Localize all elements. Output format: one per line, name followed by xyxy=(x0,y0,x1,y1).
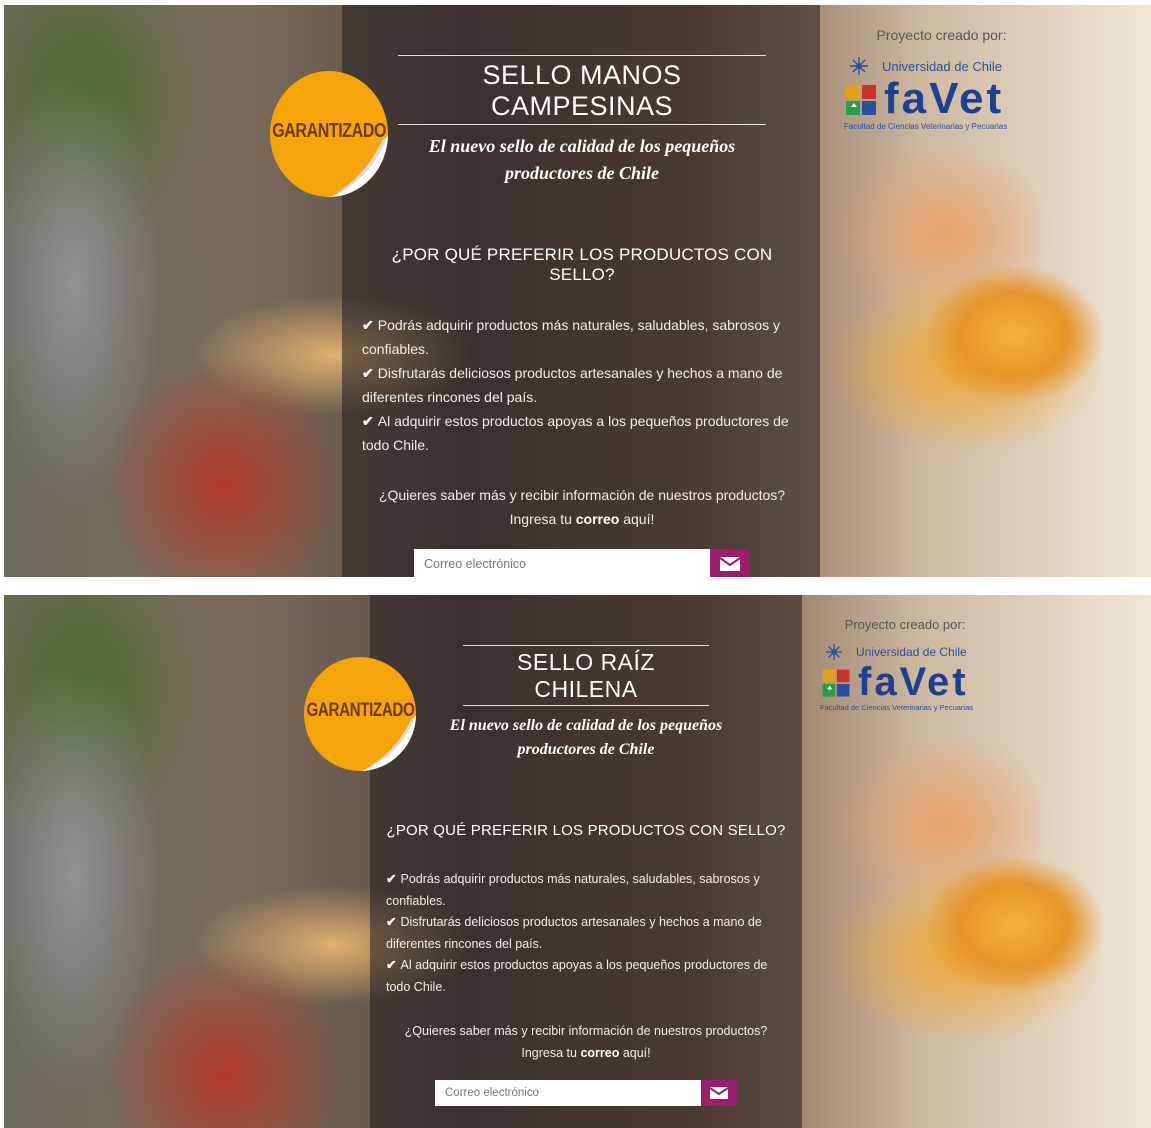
benefit-text: Disfrutarás deliciosos productos artesan… xyxy=(362,365,783,405)
cta-post: aquí! xyxy=(623,511,655,527)
check-icon: ✔ xyxy=(386,915,397,929)
envelope-icon xyxy=(719,557,741,571)
university-name: Universidad de Chile xyxy=(882,58,1002,74)
favet-logo: faVet xyxy=(844,77,1029,121)
faculty-crest-icon xyxy=(822,669,850,697)
cta-post: aquí! xyxy=(622,1046,651,1060)
newsletter-form xyxy=(435,1080,737,1106)
cta-pre: Ingresa tu xyxy=(509,511,572,527)
check-icon: ✔ xyxy=(362,365,374,381)
why-heading: ¿POR QUÉ PREFERIR LOS PRODUCTOS CON SELL… xyxy=(386,822,786,839)
created-by-label: Proyecto creado por: xyxy=(876,27,1007,43)
newsletter-cta: ¿Quieres saber más y recibir información… xyxy=(362,483,802,531)
send-button[interactable] xyxy=(701,1080,737,1106)
page-title: SELLO RAÍZ CHILENA xyxy=(463,645,709,706)
envelope-icon xyxy=(709,1087,729,1099)
page-subtitle: El nuevo sello de calidad de los pequeño… xyxy=(449,717,723,758)
university-crest-icon xyxy=(825,643,843,661)
favet-logo: faVet xyxy=(820,662,990,702)
list-item: ✔ Disfrutarás deliciosos productos artesa… xyxy=(386,912,786,955)
faculty-name: Facultad de Ciencias Veterinarias y Pecu… xyxy=(820,703,973,712)
faculty-crest-icon xyxy=(846,85,876,115)
cta-instruction: Ingresa tu correo aquí! xyxy=(362,507,802,531)
favet-wordmark: faVet xyxy=(884,74,1005,123)
cta-question: ¿Quieres saber más y recibir información… xyxy=(378,487,786,503)
cta-pre: Ingresa tu xyxy=(521,1046,577,1060)
benefit-text: Podrás adquirir productos más naturales,… xyxy=(386,872,760,908)
list-item: ✔ Podrás adquirir productos más naturales… xyxy=(386,869,786,912)
cta-bold: correo xyxy=(580,1046,620,1060)
project-credit: Proyecto creado por: Universidad de Chil… xyxy=(820,617,990,712)
check-icon: ✔ xyxy=(362,317,374,333)
cta-instruction: Ingresa tu correo aquí! xyxy=(386,1042,786,1064)
university-name: Universidad de Chile xyxy=(856,645,967,659)
email-field[interactable] xyxy=(414,549,710,577)
benefit-text: Al adquirir estos productos apoyas a los… xyxy=(386,958,768,994)
send-button[interactable] xyxy=(710,549,750,577)
university-row: Universidad de Chile xyxy=(820,642,990,662)
benefit-text: Disfrutarás deliciosos productos artesan… xyxy=(386,915,762,951)
cta-question: ¿Quieres saber más y recibir información… xyxy=(404,1024,768,1038)
project-credit: Proyecto creado por: Universidad de Chil… xyxy=(844,27,1029,131)
landing-hero-variant-2: GARANTIZADO SELLO RAÍZ CHILENA El nuevo … xyxy=(4,595,1151,1128)
check-icon: ✔ xyxy=(386,958,397,972)
page-title: SELLO MANOS CAMPESINAS xyxy=(398,55,766,125)
newsletter-cta: ¿Quieres saber más y recibir información… xyxy=(386,1020,786,1064)
benefits-list: ✔ Podrás adquirir productos más naturales… xyxy=(386,869,786,998)
list-item: ✔ Disfrutarás deliciosos productos artesa… xyxy=(362,361,802,409)
newsletter-form xyxy=(414,549,750,577)
list-item: ✔ Al adquirir estos productos apoyas a lo… xyxy=(362,409,802,457)
check-icon: ✔ xyxy=(362,413,374,429)
list-item: ✔ Al adquirir estos productos apoyas a lo… xyxy=(386,955,786,998)
list-item: ✔ Podrás adquirir productos más naturales… xyxy=(362,313,802,361)
created-by-label: Proyecto creado por: xyxy=(844,617,966,632)
landing-hero-variant-1: GARANTIZADO SELLO MANOS CAMPESINAS El nu… xyxy=(4,5,1151,577)
hero-content: SELLO RAÍZ CHILENA El nuevo sello de cal… xyxy=(386,595,786,1128)
hero-content: SELLO MANOS CAMPESINAS El nuevo sello de… xyxy=(362,5,802,577)
benefit-text: Al adquirir estos productos apoyas a los… xyxy=(362,413,789,453)
why-heading: ¿POR QUÉ PREFERIR LOS PRODUCTOS CON SELL… xyxy=(391,245,773,284)
benefits-list: ✔ Podrás adquirir productos más naturales… xyxy=(362,313,802,457)
page-subtitle: El nuevo sello de calidad de los pequeño… xyxy=(428,136,736,183)
university-crest-icon xyxy=(850,57,868,75)
cta-bold: correo xyxy=(575,511,620,527)
benefit-text: Podrás adquirir productos más naturales,… xyxy=(362,317,781,357)
favet-wordmark: faVet xyxy=(858,660,969,704)
check-icon: ✔ xyxy=(386,872,397,886)
email-field[interactable] xyxy=(435,1080,701,1106)
faculty-name: Facultad de Ciencias Veterinarias y Pecu… xyxy=(844,122,1008,131)
